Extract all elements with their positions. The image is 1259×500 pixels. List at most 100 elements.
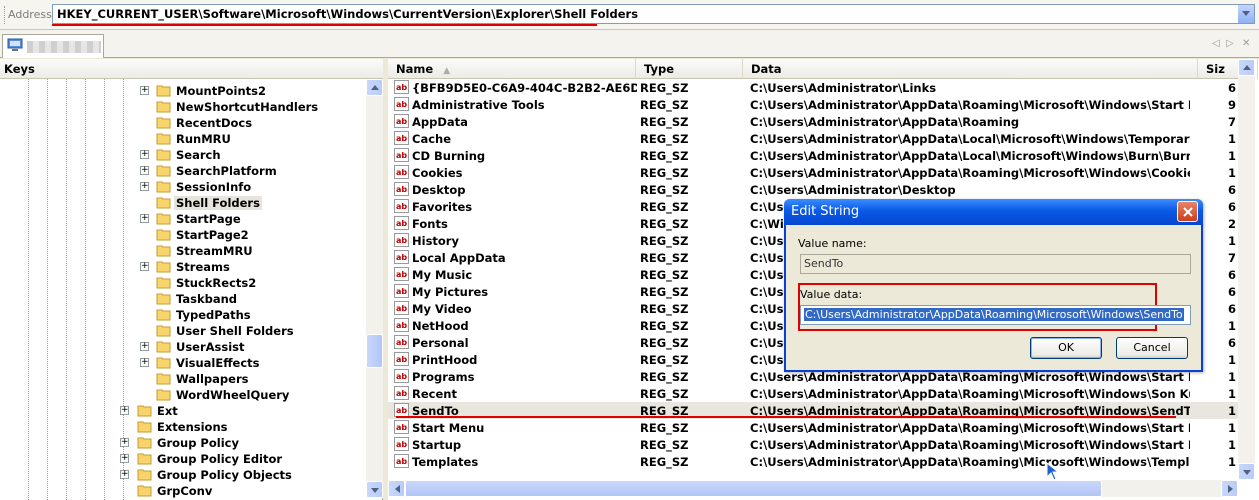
tree-item[interactable]: User Shell Folders xyxy=(0,323,366,339)
value-row[interactable]: ab Cache REG_SZ C:\Users\Administrator\AppD… xyxy=(388,130,1238,147)
keys-scrollbar[interactable] xyxy=(366,79,383,498)
value-size-cell: 1 xyxy=(1228,438,1237,452)
keys-scroll-thumb[interactable] xyxy=(366,334,383,368)
tree-item[interactable]: StartPage2 xyxy=(0,227,366,243)
string-value-icon: ab xyxy=(394,97,409,111)
address-dropdown-button[interactable] xyxy=(1238,4,1255,24)
tree-item[interactable]: + Search xyxy=(0,147,366,163)
tree-item[interactable]: GrpConv xyxy=(0,483,366,499)
value-size-cell: 9 xyxy=(1228,98,1237,112)
folder-icon xyxy=(156,165,171,177)
ok-button[interactable]: OK xyxy=(1030,337,1102,359)
value-data-input[interactable]: C:\Users\Administrator\AppData\Roaming\M… xyxy=(800,305,1191,325)
folder-icon xyxy=(156,309,171,321)
expand-icon[interactable]: + xyxy=(140,182,149,191)
folder-icon xyxy=(156,357,171,369)
column-header-type[interactable]: Type xyxy=(636,59,743,79)
tree-item[interactable]: + UserAssist xyxy=(0,339,366,355)
tree-item[interactable]: TypedPaths xyxy=(0,307,366,323)
tree-item[interactable]: Wallpapers xyxy=(0,371,366,387)
expand-icon[interactable]: + xyxy=(140,214,149,223)
tree-item[interactable]: StuckRects2 xyxy=(0,275,366,291)
value-row[interactable]: ab Startup REG_SZ C:\Users\Administrator\Ap… xyxy=(388,436,1238,453)
value-type-cell: REG_SZ xyxy=(640,421,689,435)
tree-item[interactable]: RunMRU xyxy=(0,131,366,147)
value-size-cell: 6 xyxy=(1228,336,1237,350)
tree-item-label: WordWheelQuery xyxy=(176,388,290,402)
value-row[interactable]: ab Templates REG_SZ C:\Users\Administrator\… xyxy=(388,453,1238,470)
expand-icon[interactable]: + xyxy=(120,406,129,415)
tree-item[interactable]: + Ext xyxy=(0,403,366,419)
tree-item[interactable]: + MountPoints2 xyxy=(0,83,366,99)
string-value-icon: ab xyxy=(394,233,409,247)
values-hscrollbar[interactable] xyxy=(388,480,1238,497)
value-size-cell: 1 xyxy=(1228,455,1237,469)
values-scrollbar[interactable] xyxy=(1238,59,1255,480)
folder-icon xyxy=(156,229,171,241)
expand-icon[interactable]: + xyxy=(120,438,129,447)
tree-item[interactable]: + SessionInfo xyxy=(0,179,366,195)
expand-icon[interactable]: + xyxy=(120,470,129,479)
scroll-left-button[interactable] xyxy=(388,480,405,497)
value-row[interactable]: ab Start Menu REG_SZ C:\Users\Administrator… xyxy=(388,419,1238,436)
string-value-icon: ab xyxy=(394,318,409,332)
tab-computer[interactable] xyxy=(2,34,104,58)
address-input[interactable]: HKEY_CURRENT_USER\Software\Microsoft\Win… xyxy=(52,4,1240,24)
cancel-button[interactable]: Cancel xyxy=(1116,337,1188,359)
string-value-icon: ab xyxy=(394,403,409,417)
value-row[interactable]: ab AppData REG_SZ C:\Users\Administrator\Ap… xyxy=(388,113,1238,130)
expand-icon[interactable]: + xyxy=(120,454,129,463)
value-row[interactable]: ab Desktop REG_SZ C:\Users\Administrator\De… xyxy=(388,181,1238,198)
tab-close-icon[interactable]: ✕ xyxy=(1242,38,1250,49)
column-header-data[interactable]: Data xyxy=(743,59,1198,79)
tree-item[interactable]: WordWheelQuery xyxy=(0,387,366,403)
chevron-up-icon xyxy=(371,85,379,90)
values-scroll-down-button[interactable] xyxy=(1238,463,1255,480)
value-data-cell: C:\Users\Administrator\AppData\Roaming\M… xyxy=(750,370,1190,384)
expand-icon[interactable]: + xyxy=(140,358,149,367)
tree-item[interactable]: Taskband xyxy=(0,291,366,307)
value-row[interactable]: ab Cookies REG_SZ C:\Users\Administrator\Ap… xyxy=(388,164,1238,181)
dialog-titlebar[interactable]: Edit String xyxy=(784,199,1203,225)
expand-icon[interactable]: + xyxy=(140,86,149,95)
chevron-right-icon xyxy=(1228,485,1233,493)
tab-scroll-left-icon[interactable]: ◁ xyxy=(1212,38,1220,49)
values-scroll-up-button[interactable] xyxy=(1238,59,1255,76)
folder-icon xyxy=(156,277,171,289)
tree-item[interactable]: StreamMRU xyxy=(0,243,366,259)
tree-item[interactable]: Shell Folders xyxy=(0,195,366,211)
folder-icon xyxy=(137,405,152,417)
expand-icon[interactable]: + xyxy=(140,342,149,351)
dialog-close-button[interactable] xyxy=(1177,201,1198,222)
column-header-name[interactable]: Name ▲ xyxy=(388,59,636,79)
tree-item[interactable]: + StartPage xyxy=(0,211,366,227)
tree-item[interactable]: + Group Policy Objects xyxy=(0,467,366,483)
tab-scroll-right-icon[interactable]: ▷ xyxy=(1226,38,1234,49)
keys-tree: + MountPoints2 NewShortcutHandlers RecentDo… xyxy=(0,79,366,500)
expand-icon[interactable]: + xyxy=(140,166,149,175)
tree-item[interactable]: RecentDocs xyxy=(0,115,366,131)
value-data-cell: C:\Users\Administrator\AppData\Roaming\M… xyxy=(750,421,1190,435)
tree-item[interactable]: + VisualEffects xyxy=(0,355,366,371)
value-type-cell: REG_SZ xyxy=(640,438,689,452)
value-row[interactable]: ab CD Burning REG_SZ C:\Users\Administrator… xyxy=(388,147,1238,164)
scroll-right-button[interactable] xyxy=(1221,480,1238,497)
value-row[interactable]: ab Administrative Tools REG_SZ C:\Users\Adm… xyxy=(388,96,1238,113)
tree-item[interactable]: + Group Policy Editor xyxy=(0,451,366,467)
tree-item[interactable]: NewShortcutHandlers xyxy=(0,99,366,115)
tree-item[interactable]: + Group Policy xyxy=(0,435,366,451)
scroll-down-button[interactable] xyxy=(366,481,383,498)
expand-icon[interactable]: + xyxy=(140,262,149,271)
tree-item[interactable]: + SearchPlatform xyxy=(0,163,366,179)
tree-item[interactable]: Extensions xyxy=(0,419,366,435)
value-row[interactable]: ab Recent REG_SZ C:\Users\Administrator\App… xyxy=(388,385,1238,402)
tree-item[interactable]: + Streams xyxy=(0,259,366,275)
scroll-up-button[interactable] xyxy=(366,79,383,96)
values-hscroll-thumb[interactable] xyxy=(405,480,1102,497)
string-value-icon: ab xyxy=(394,114,409,128)
expand-icon[interactable]: + xyxy=(140,150,149,159)
value-name-cell: Recent xyxy=(412,387,457,401)
value-row[interactable]: ab {BFB9D5E0-C6A9-404C-B2B2-AE6DB6...REG_… xyxy=(388,79,1238,96)
folder-icon xyxy=(156,213,171,225)
toolbar-grip xyxy=(4,6,6,24)
